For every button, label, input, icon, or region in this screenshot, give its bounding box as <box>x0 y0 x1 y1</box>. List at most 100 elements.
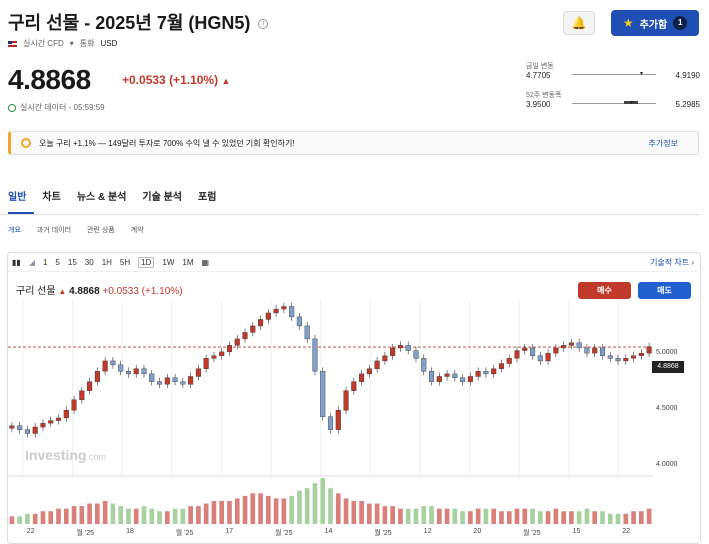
tab-general[interactable]: 일반 <box>8 188 26 203</box>
tab-forum[interactable]: 포럼 <box>198 188 216 203</box>
volume-bar <box>530 508 535 524</box>
technical-chart-link[interactable]: 기술적 차트 › <box>650 257 694 268</box>
candle-body <box>172 377 178 382</box>
volume-bar <box>545 511 551 524</box>
chart-price: 4.8868 <box>69 286 100 297</box>
chart-toolbar: ▮▮ ◢ 1 5 15 30 1H 5H 1D 1W 1M ▦ 기술적 차트 › <box>8 254 698 272</box>
subtab-history[interactable]: 과거 데이터 <box>37 225 71 235</box>
tab-news[interactable]: 뉴스 & 분석 <box>77 188 127 203</box>
price-chart[interactable] <box>8 300 653 526</box>
realtime-label: 실시간 데이터 - 05:59:59 <box>20 103 105 112</box>
volume-bar <box>607 513 613 524</box>
volume-bar <box>475 508 481 524</box>
volume-bar <box>436 508 442 524</box>
candle-body <box>576 342 582 349</box>
candle-body <box>390 347 396 356</box>
volume-bar <box>95 503 100 524</box>
interval-1d[interactable]: 1D <box>138 257 155 268</box>
table-icon[interactable]: ▦ <box>202 258 210 267</box>
candle-body <box>444 373 450 377</box>
tab-chart[interactable]: 차트 <box>42 188 60 203</box>
buy-button[interactable]: 매수 <box>578 282 631 299</box>
add-to-watchlist-button[interactable]: ★ 추가함 1 <box>611 10 699 36</box>
main-tabs: 일반 차트 뉴스 & 분석 기술 분석 포럼 <box>8 188 216 203</box>
candle-body <box>553 347 559 354</box>
subtab-related[interactable]: 관련 상품 <box>87 225 115 235</box>
candle-body <box>382 355 388 362</box>
candle-body <box>149 373 155 382</box>
page-title: 구리 선물 - 2025년 7월 (HGN5) i <box>8 9 269 35</box>
candle-body <box>421 358 427 372</box>
interval-1w[interactable]: 1W <box>162 258 174 267</box>
x-tick-label: 17 <box>225 528 234 535</box>
candle-body <box>615 358 621 362</box>
x-tick-label: 22 <box>26 528 35 535</box>
candle-body <box>250 325 256 333</box>
candle-body <box>397 345 403 349</box>
volume-bar <box>227 501 232 524</box>
volume-bar <box>273 498 279 524</box>
banner-text: 오늘 구리 +1.1% — 149달러 투자로 700% 수익 낼 수 있었던 … <box>39 138 295 148</box>
interval-1[interactable]: 1 <box>43 258 47 267</box>
volume-bar <box>17 516 22 524</box>
subtab-overview[interactable]: 개요 <box>8 225 21 235</box>
candle-body <box>226 345 233 353</box>
candle-body <box>219 351 225 356</box>
candle-body <box>475 371 481 377</box>
candle-body <box>607 355 613 359</box>
volume-bar <box>196 506 201 524</box>
add-button-label: 추가함 <box>639 19 668 31</box>
subtab-contract[interactable]: 계약 <box>131 225 144 235</box>
watermark-brand: Investing <box>25 447 87 463</box>
candle-body <box>320 371 326 417</box>
volume-bar <box>584 508 590 524</box>
volume-bar <box>32 513 38 524</box>
volume-bar <box>234 498 240 524</box>
interval-5[interactable]: 5 <box>55 258 59 267</box>
interval-5h[interactable]: 5H <box>120 258 130 267</box>
candle-body <box>125 371 131 375</box>
volume-bar <box>367 503 372 524</box>
candle-body <box>242 332 248 340</box>
candle-body <box>304 325 310 340</box>
candle-body <box>258 319 264 327</box>
area-chart-icon[interactable]: ◢ <box>29 258 35 267</box>
interval-30[interactable]: 30 <box>85 258 94 267</box>
volume-bar <box>592 511 598 524</box>
volume-bar <box>25 513 30 524</box>
candle-body <box>335 409 341 430</box>
candlestick-icon[interactable]: ▮▮ <box>12 258 21 267</box>
volume-bar <box>141 506 147 524</box>
up-arrow-icon: ▲ <box>221 76 231 86</box>
volume-bar <box>374 503 380 524</box>
chart-instrument-name: 구리 선물 <box>16 286 56 297</box>
candle-body <box>366 368 372 375</box>
volume-bar <box>312 483 318 524</box>
volume-bar <box>452 508 458 524</box>
volume-bar <box>444 508 450 524</box>
promo-banner[interactable]: 오늘 구리 +1.1% — 149달러 투자로 700% 수익 낼 수 있었던 … <box>8 131 699 155</box>
x-tick-label: 월 '25 <box>523 530 541 537</box>
volume-bar <box>537 511 543 524</box>
banner-more-link[interactable]: 추가정보 <box>649 138 678 149</box>
investing-watermark: Investing.com <box>25 447 106 463</box>
tab-technical[interactable]: 기술 분석 <box>142 188 182 203</box>
candle-body <box>195 368 201 377</box>
volume-bar <box>600 511 605 524</box>
interval-15[interactable]: 15 <box>68 258 77 267</box>
sell-button[interactable]: 매도 <box>638 282 691 299</box>
x-tick-label: 월 '25 <box>374 530 392 537</box>
interval-1m[interactable]: 1M <box>182 258 193 267</box>
candle-body <box>102 360 108 372</box>
volume-bar <box>56 508 61 524</box>
candle-body <box>110 360 116 366</box>
candle-body <box>413 350 419 359</box>
x-tick-label: 월 '25 <box>76 530 95 537</box>
interval-1h[interactable]: 1H <box>102 258 112 267</box>
candle-body <box>203 358 209 369</box>
chevron-down-icon[interactable]: ▾ <box>70 39 74 48</box>
alert-button[interactable]: 🔔 <box>563 11 595 35</box>
candle-body <box>631 355 637 359</box>
info-icon[interactable]: i <box>258 19 269 30</box>
volume-bar <box>335 493 341 524</box>
